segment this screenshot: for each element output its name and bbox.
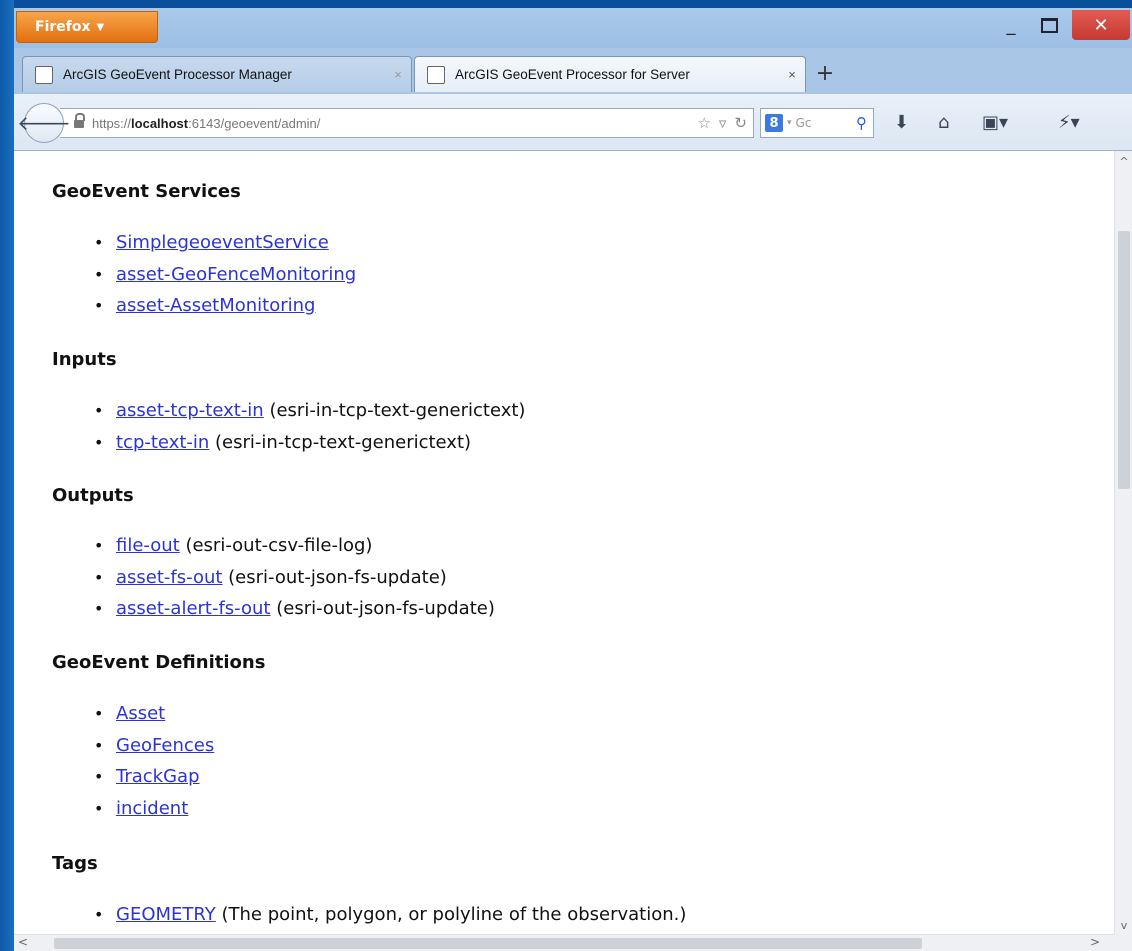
back-arrow-icon: 🡐 (17, 111, 71, 135)
scroll-down-icon[interactable]: v (1115, 919, 1132, 932)
page-icon (35, 65, 53, 84)
download-icon[interactable]: ⬇ (894, 112, 909, 133)
input-link[interactable]: asset-tcp-text-in (116, 400, 264, 421)
horizontal-scrollbar[interactable]: < > (14, 934, 1114, 951)
scroll-corner (1114, 934, 1132, 951)
tab-strip: ArcGIS GeoEvent Processor Manager × ArcG… (14, 48, 1132, 94)
desktop-edge (0, 0, 14, 951)
connector-type: (esri-out-json-fs-update) (270, 598, 495, 619)
list-item: asset-tcp-text-in (esri-in-tcp-text-gene… (94, 395, 525, 427)
minimize-icon: _ (1006, 14, 1016, 36)
tags-list: GEOMETRY (The point, polygon, or polylin… (94, 899, 686, 931)
home-icon[interactable]: ⌂ (938, 112, 949, 133)
tab-geoevent-server[interactable]: ArcGIS GeoEvent Processor for Server × (414, 56, 806, 92)
list-item: asset-fs-out (esri-out-json-fs-update) (94, 562, 495, 594)
chevron-down-icon: ▼ (96, 21, 105, 33)
tab-label: ArcGIS GeoEvent Processor for Server (455, 67, 690, 82)
list-item: GEOMETRY (The point, polygon, or polylin… (94, 899, 686, 931)
search-icon[interactable]: ⚲ (856, 114, 867, 132)
navigation-bar: https://localhost:6143/geoevent/admin/ ☆… (14, 94, 1132, 151)
tab-label: ArcGIS GeoEvent Processor Manager (63, 67, 292, 82)
inputs-list: asset-tcp-text-in (esri-in-tcp-text-gene… (94, 395, 525, 458)
scroll-up-icon[interactable]: ^ (1115, 155, 1132, 168)
list-item: GeoFences (94, 730, 214, 762)
tab-close-icon[interactable]: × (385, 67, 411, 82)
vertical-scroll-thumb[interactable] (1118, 231, 1130, 489)
section-heading: Tags (52, 853, 98, 874)
definition-link[interactable]: Asset (116, 703, 165, 724)
tag-link[interactable]: GEOMETRY (116, 904, 216, 925)
output-link[interactable]: asset-fs-out (116, 567, 222, 588)
url-tools: ☆ ▿ ↻ (697, 109, 747, 137)
input-link[interactable]: tcp-text-in (116, 432, 209, 453)
section-heading: Outputs (52, 485, 134, 506)
addon-icon[interactable]: ⚡▾ (1058, 112, 1080, 133)
close-icon: ✕ (1093, 14, 1109, 36)
list-item: TrackGap (94, 761, 214, 793)
list-item: SimplegeoeventService (94, 227, 356, 259)
output-link[interactable]: asset-alert-fs-out (116, 598, 271, 619)
connector-type: (esri-out-csv-file-log) (179, 535, 373, 556)
list-item: Asset (94, 698, 214, 730)
services-list: SimplegeoeventService asset-GeoFenceMoni… (94, 227, 356, 322)
service-link[interactable]: SimplegeoeventService (116, 232, 329, 253)
horizontal-scroll-thumb[interactable] (54, 938, 922, 949)
screen-icon[interactable]: ▣▾ (982, 112, 1008, 133)
maximize-button[interactable] (1032, 10, 1066, 40)
close-window-button[interactable]: ✕ (1072, 10, 1130, 40)
definition-link[interactable]: GeoFences (116, 735, 214, 756)
section-heading: GeoEvent Services (52, 181, 241, 202)
scroll-left-icon[interactable]: < (18, 935, 28, 949)
outputs-list: file-out (esri-out-csv-file-log) asset-f… (94, 530, 495, 625)
list-item: incident (94, 793, 214, 825)
list-item: file-out (esri-out-csv-file-log) (94, 530, 495, 562)
output-link[interactable]: file-out (116, 535, 180, 556)
list-item: asset-AssetMonitoring (94, 290, 356, 322)
connector-type: (esri-in-tcp-text-generictext) (263, 400, 526, 421)
browser-window: Firefox ▼ _ ✕ ArcGIS GeoEvent Processor … (14, 8, 1132, 951)
section-heading: GeoEvent Definitions (52, 652, 266, 673)
history-dropdown-icon[interactable]: ▿ (719, 114, 727, 132)
page-icon (427, 65, 445, 84)
vertical-scrollbar[interactable]: ^ v (1114, 151, 1132, 934)
firefox-menu-button[interactable]: Firefox ▼ (16, 11, 158, 43)
service-link[interactable]: asset-GeoFenceMonitoring (116, 264, 356, 285)
section-heading: Inputs (52, 349, 117, 370)
back-button[interactable]: 🡐 (17, 103, 71, 143)
bookmark-star-icon[interactable]: ☆ (697, 114, 710, 132)
maximize-icon (1040, 17, 1058, 33)
search-input[interactable]: 8 ▾ Gc ⚲ (760, 108, 874, 138)
minimize-button[interactable]: _ (994, 10, 1028, 40)
url-bar[interactable]: https://localhost:6143/geoevent/admin/ ☆… (60, 108, 754, 138)
firefox-menu-label: Firefox (35, 19, 91, 35)
tab-close-icon[interactable]: × (779, 67, 805, 82)
page-content: GeoEvent Services SimplegeoeventService … (14, 151, 1114, 934)
service-link[interactable]: asset-AssetMonitoring (116, 295, 315, 316)
lock-icon (74, 113, 85, 129)
connector-type: (esri-out-json-fs-update) (222, 566, 447, 588)
tab-geoevent-manager[interactable]: ArcGIS GeoEvent Processor Manager × (22, 56, 412, 92)
list-item: asset-GeoFenceMonitoring (94, 259, 356, 291)
reload-icon[interactable]: ↻ (734, 114, 747, 132)
google-icon: 8 (765, 114, 783, 132)
definition-link[interactable]: incident (116, 798, 188, 819)
connector-type: (esri-in-tcp-text-generictext) (209, 431, 472, 453)
search-engine-dropdown-icon[interactable]: ▾ (787, 118, 792, 128)
list-item: tcp-text-in (esri-in-tcp-text-generictex… (94, 427, 525, 459)
title-bar: Firefox ▼ _ ✕ (14, 8, 1132, 48)
tag-description: (The point, polygon, or polyline of the … (215, 904, 687, 925)
search-placeholder: Gc (795, 116, 812, 130)
new-tab-button[interactable]: + (810, 58, 840, 88)
list-item: asset-alert-fs-out (esri-out-json-fs-upd… (94, 593, 495, 625)
definitions-list: Asset GeoFences TrackGap incident (94, 698, 214, 824)
url-text: https://localhost:6143/geoevent/admin/ (92, 115, 321, 131)
scroll-right-icon[interactable]: > (1090, 935, 1100, 949)
definition-link[interactable]: TrackGap (116, 766, 200, 787)
